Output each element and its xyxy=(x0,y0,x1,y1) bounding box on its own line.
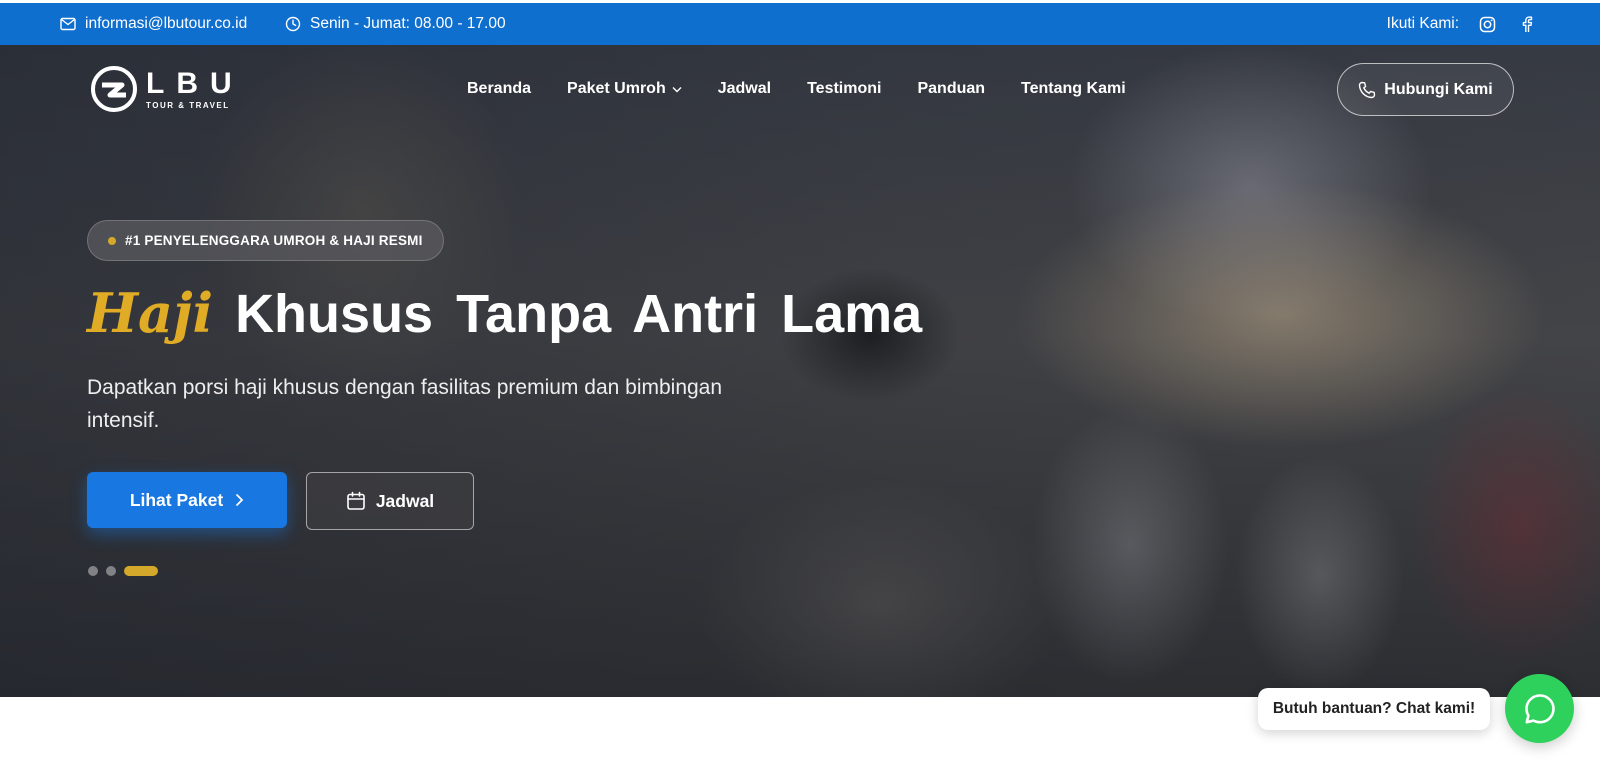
hero-badge: #1 PENYELENGGARA UMROH & HAJI RESMI xyxy=(87,220,444,261)
nav-item-beranda[interactable]: Beranda xyxy=(467,79,531,99)
whatsapp-icon xyxy=(1524,693,1555,723)
headline-text: Khusus Tanpa Antri Lama xyxy=(235,284,923,344)
nav-item-label: Paket Umroh xyxy=(567,80,666,97)
contact-button-label: Hubungi Kami xyxy=(1384,80,1493,98)
chat-prompt[interactable]: Butuh bantuan? Chat kami! xyxy=(1258,688,1490,730)
brand-name: LBU xyxy=(146,66,244,100)
facebook-icon[interactable] xyxy=(1521,15,1542,33)
headline-accent: Haji xyxy=(87,281,214,345)
nav-item-jadwal[interactable]: Jadwal xyxy=(718,79,771,99)
top-info-bar: informasi@lbutour.co.id Senin - Jumat: 0… xyxy=(0,3,1600,45)
contact-button[interactable]: Hubungi Kami xyxy=(1337,63,1514,116)
mail-icon xyxy=(60,17,76,31)
chevron-down-icon xyxy=(672,86,682,92)
hero-section: LBU TOUR & TRAVEL Beranda Paket Umroh Ja… xyxy=(0,45,1600,697)
hero-subtext: Dapatkan porsi haji khusus dengan fasili… xyxy=(87,376,723,432)
slide-dot-1[interactable] xyxy=(88,566,98,576)
slider-dots xyxy=(88,566,158,576)
whatsapp-button[interactable] xyxy=(1505,674,1574,743)
main-nav: Beranda Paket Umroh Jadwal Testimoni Pan… xyxy=(467,79,1162,99)
view-packages-label: Lihat Paket xyxy=(129,489,224,510)
hero-headline: Haji Khusus Tanpa Antri Lama xyxy=(87,281,922,345)
schedule-button[interactable]: Jadwal xyxy=(306,472,474,530)
slide-dot-3[interactable] xyxy=(124,566,158,576)
nav-item-paket-umroh[interactable]: Paket Umroh xyxy=(567,79,682,99)
logo-emblem-icon xyxy=(91,66,137,112)
nav-item-panduan[interactable]: Panduan xyxy=(917,79,985,99)
schedule-button-label: Jadwal xyxy=(375,490,435,511)
badge-text: #1 PENYELENGGARA UMROH & HAJI RESMI xyxy=(125,233,423,248)
instagram-icon[interactable] xyxy=(1479,16,1505,33)
brand-logo[interactable]: LBU TOUR & TRAVEL xyxy=(90,65,244,113)
brand-tagline: TOUR & TRAVEL xyxy=(146,100,230,110)
nav-item-tentang-kami[interactable]: Tentang Kami xyxy=(1021,79,1126,99)
social-links: Ikuti Kami: xyxy=(1387,3,1542,45)
clock-icon xyxy=(285,16,301,32)
badge-dot xyxy=(108,236,116,245)
hours-text: Senin - Jumat: 08.00 - 17.00 xyxy=(310,15,506,32)
email-text: informasi@lbutour.co.id xyxy=(85,15,248,32)
slide-dot-2[interactable] xyxy=(106,566,116,576)
nav-item-testimoni[interactable]: Testimoni xyxy=(807,79,881,99)
follow-label: Ikuti Kami: xyxy=(1386,15,1459,32)
phone-icon xyxy=(1359,81,1376,98)
contact-email[interactable]: informasi@lbutour.co.id xyxy=(60,3,247,45)
chevron-right-icon xyxy=(236,493,244,507)
office-hours: Senin - Jumat: 08.00 - 17.00 xyxy=(285,3,506,45)
view-packages-button[interactable]: Lihat Paket xyxy=(87,472,287,528)
calendar-icon xyxy=(347,491,365,510)
